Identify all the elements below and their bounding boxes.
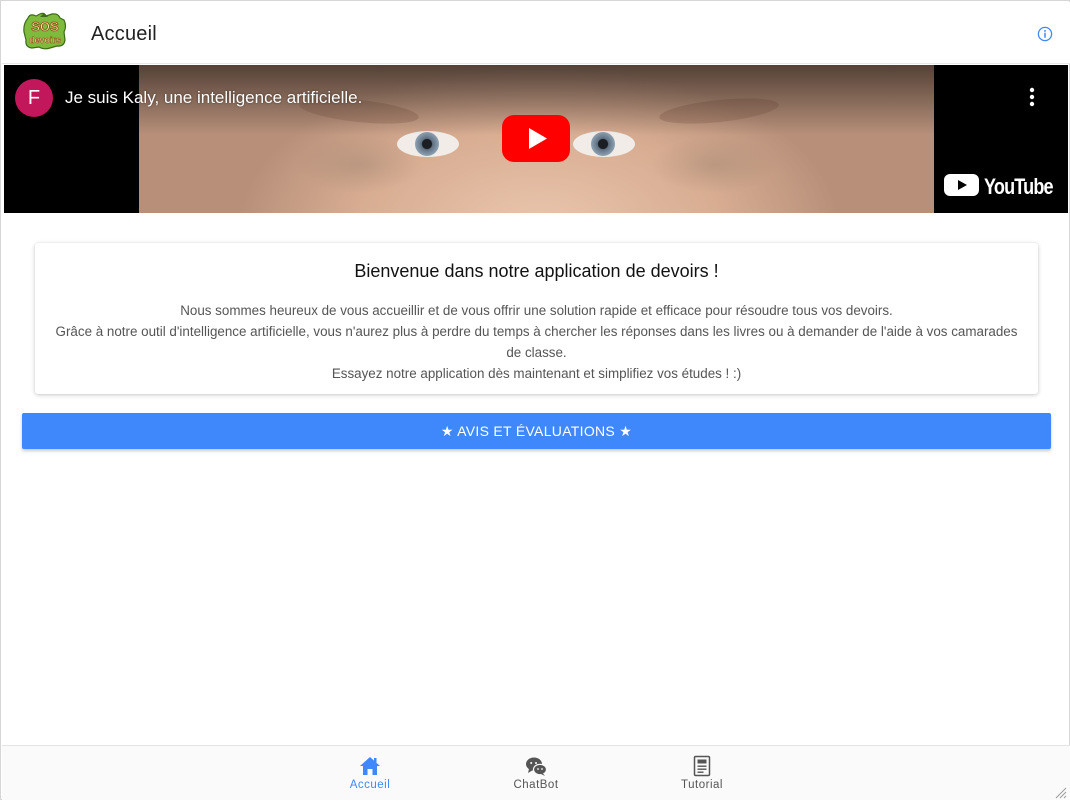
sos-devoirs-logo-icon: SOS devoirs: [22, 12, 68, 50]
youtube-logo[interactable]: YouTube: [944, 171, 1056, 199]
app-window: SOS devoirs Accueil F Je suis Kaly, une …: [0, 0, 1070, 800]
welcome-line: Essayez notre application dès maintenant…: [331, 366, 742, 381]
video-player[interactable]: F Je suis Kaly, une intelligence artific…: [4, 65, 1068, 213]
bottom-tab-bar: Accueil ChatBot Tutorial: [2, 745, 1070, 800]
chat-bubbles-icon: [525, 755, 548, 777]
tab-label: Tutorial: [681, 779, 723, 791]
welcome-line: Nous sommes heureux de vous accueillir e…: [180, 303, 893, 318]
home-icon: [359, 755, 381, 777]
video-title[interactable]: Je suis Kaly, une intelligence artificie…: [65, 88, 362, 108]
reviews-button[interactable]: ★ AVIS ET ÉVALUATIONS ★: [22, 413, 1051, 449]
svg-text:devoirs: devoirs: [29, 35, 61, 45]
welcome-text: Nous sommes heureux de vous accueillir e…: [55, 300, 1018, 384]
welcome-title: Bienvenue dans notre application de devo…: [354, 261, 719, 281]
play-icon[interactable]: [502, 115, 570, 162]
welcome-line: Grâce à notre outil d'intelligence artif…: [55, 324, 1018, 360]
resize-grip-icon[interactable]: [1053, 785, 1067, 799]
welcome-card: Bienvenue dans notre application de devo…: [35, 243, 1038, 394]
tab-label: ChatBot: [513, 779, 559, 791]
channel-avatar[interactable]: F: [15, 79, 53, 117]
document-icon: [691, 755, 713, 777]
youtube-wordmark: YouTube: [984, 174, 1054, 199]
tab-chatbot[interactable]: ChatBot: [476, 746, 596, 801]
tab-label: Accueil: [349, 779, 391, 791]
page-title: Accueil: [91, 23, 157, 45]
svg-text:SOS: SOS: [31, 19, 59, 34]
tab-accueil[interactable]: Accueil: [310, 746, 430, 801]
more-vertical-icon[interactable]: [1024, 85, 1040, 109]
app-header: SOS devoirs Accueil: [2, 2, 1070, 64]
info-icon[interactable]: [1037, 26, 1053, 42]
tab-tutorial[interactable]: Tutorial: [642, 746, 762, 801]
